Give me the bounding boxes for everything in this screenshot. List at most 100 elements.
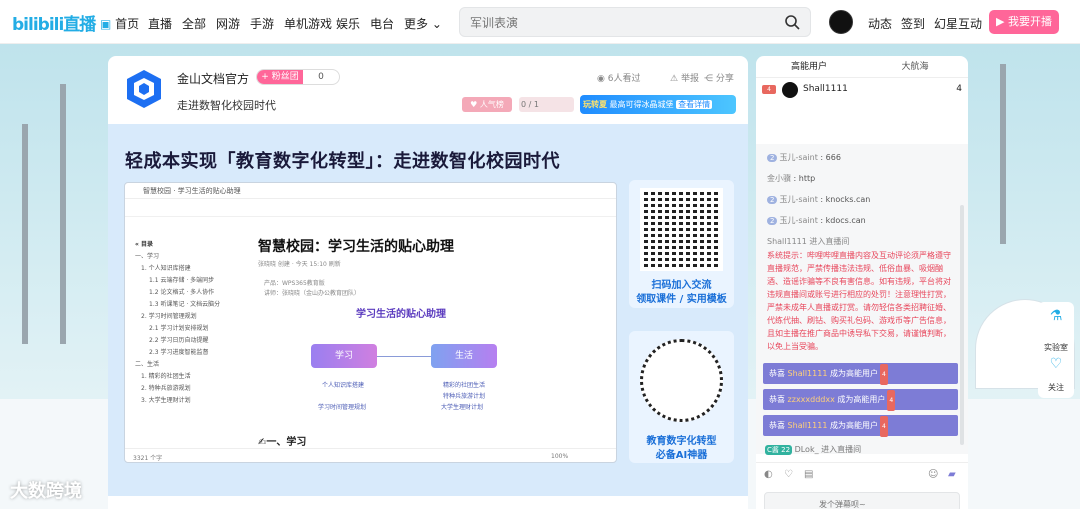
- room-header: 金山文档官方 + 粉丝团 0 走进数智化校园时代 ◉ 6人看过 ⚠ 举报 ⋲ 分…: [108, 56, 748, 124]
- shared-document: 智慧校园 · 学习生活的贴心助理 « 目录 一、学习 1. 个人知识库搭建 1.1 …: [124, 182, 617, 463]
- nav-mobile[interactable]: 手游: [250, 15, 274, 32]
- chat-text: http: [798, 174, 816, 183]
- activity-banner[interactable]: 玩转夏 最高可得冰晶城堡 查看详情: [580, 95, 736, 114]
- chat-message: 2 玉儿-saint : 666: [767, 152, 957, 163]
- mindmap-leaf: 特种兵旅游计划: [443, 393, 486, 400]
- doc-tab-bar: 智慧校园 · 学习生活的贴心助理: [125, 183, 616, 199]
- toc-item[interactable]: 2. 特种兵旅游规划: [135, 383, 245, 395]
- toc-item[interactable]: 2. 学习时间管理规划: [135, 311, 245, 323]
- lab-label[interactable]: 实验室: [1038, 342, 1074, 353]
- welcome-banner: 恭喜 Shall1111 成为高能用户 4: [763, 415, 958, 437]
- welcome-user[interactable]: zzxxxdddxx: [788, 395, 835, 404]
- heart-icon[interactable]: ♡: [1038, 356, 1074, 372]
- toc-item[interactable]: 2.3 学习进度智能监督: [135, 347, 245, 359]
- emoji-icon[interactable]: ☺: [928, 469, 938, 480]
- user-avatar[interactable]: [829, 10, 853, 34]
- qr-card-ai: 教育数字化转型 必备AI神器: [629, 331, 734, 463]
- viewers-label: 6人看过: [607, 74, 641, 84]
- share-button[interactable]: ⋲ 分享: [704, 71, 734, 84]
- rank-badge[interactable]: 0 / 1: [519, 97, 574, 112]
- welcome-user[interactable]: Shall1111: [788, 369, 828, 378]
- top-nav: bilibili直播 ▣ 首页 直播 全部 网游 手游 单机游戏 娱乐 电台 更…: [0, 0, 1080, 44]
- doc-product: 产品：WPS365教育版: [264, 280, 325, 287]
- snow-tree-left-2: [60, 84, 66, 344]
- toc-item[interactable]: 2.2 学习日历自动提醒: [135, 335, 245, 347]
- palette-icon[interactable]: ◐: [764, 469, 773, 480]
- doc-subtitle: 学习生活的贴心助理: [356, 309, 446, 320]
- room-title: 走进数智化校园时代: [177, 99, 276, 112]
- follow-label[interactable]: 关注: [1038, 382, 1074, 393]
- toc-item[interactable]: 二、生活: [135, 359, 245, 371]
- welcome-banner: 恭喜 Shall1111 成为高能用户 4: [763, 363, 958, 385]
- toc-item[interactable]: 1.3 听课笔记 · 文档云脑分: [135, 299, 245, 311]
- nav-ent[interactable]: 娱乐: [336, 15, 360, 32]
- toc-item[interactable]: 1. 精彩的社团生活: [135, 371, 245, 383]
- nav-netgame[interactable]: 网游: [216, 15, 240, 32]
- chat-toolbar: ◐ ♡ ▤ ☺ ▰: [756, 462, 968, 486]
- fan-club-button[interactable]: + 粉丝团 0: [256, 69, 340, 85]
- toc-title-label: 目录: [140, 241, 153, 248]
- welcome-user[interactable]: Shall1111: [788, 421, 828, 430]
- chat-message: 2 玉儿-saint : kdocs.can: [767, 215, 957, 226]
- toc-item[interactable]: 1.1 云端存储 · 多端同步: [135, 275, 245, 287]
- chat-message: 金小骥 : http: [767, 174, 816, 183]
- chat-text: 666: [825, 153, 841, 162]
- chat-message: 2 玉儿-saint : knocks.can: [767, 194, 957, 205]
- chat-bubble-icon[interactable]: ▰: [948, 469, 956, 480]
- notes-icon[interactable]: ▤: [804, 469, 813, 480]
- welcome-level: 4: [879, 416, 888, 437]
- toc-item[interactable]: 1.2 论文格式 · 多人协作: [135, 287, 245, 299]
- fan-club-label: + 粉丝团: [257, 70, 303, 84]
- flask-icon[interactable]: ⚗: [1038, 308, 1074, 324]
- toc-item[interactable]: 1. 个人知识库搭建: [135, 263, 245, 275]
- room-owner-name[interactable]: 金山文档官方: [177, 70, 249, 87]
- nav-dynamics[interactable]: 动态: [868, 15, 892, 32]
- chat-text: knocks.can: [825, 195, 871, 204]
- fan-medal: 2: [767, 196, 778, 204]
- high-energy-user-row[interactable]: 4 Shall1111 4: [762, 82, 962, 98]
- search-icon[interactable]: [784, 14, 800, 30]
- bilibili-live-logo[interactable]: bilibili直播: [12, 10, 96, 35]
- search-input[interactable]: [470, 14, 770, 32]
- chevron-down-icon: ⌄: [431, 17, 442, 31]
- nav-live[interactable]: 直播: [148, 15, 172, 32]
- toc-item[interactable]: 2.1 学习计划安排规划: [135, 323, 245, 335]
- start-live-label: 我要开播: [1007, 15, 1052, 28]
- toc-item[interactable]: 一、学习: [135, 251, 245, 263]
- high-energy-user-count: 4: [956, 84, 962, 94]
- nav-more[interactable]: 更多 ⌄: [404, 15, 442, 32]
- kdocs-logo[interactable]: [123, 68, 165, 110]
- chat-user[interactable]: 玉儿-saint: [779, 216, 817, 225]
- nav-all[interactable]: 全部: [182, 15, 206, 32]
- enter-text: DLok_ 进入直播间: [794, 445, 862, 454]
- chat-user[interactable]: 金小骥: [767, 174, 791, 183]
- activity-detail-button[interactable]: 查看详情: [676, 100, 713, 109]
- start-live-button[interactable]: ▶ 我要开播: [989, 10, 1059, 34]
- search-box: [459, 7, 811, 37]
- report-label: 举报: [680, 74, 699, 84]
- nav-more-label: 更多: [404, 17, 429, 31]
- snow-tree-right: [1000, 64, 1006, 244]
- nav-interact[interactable]: 幻星互动: [934, 15, 982, 32]
- nav-radio[interactable]: 电台: [370, 15, 394, 32]
- share-label: 分享: [715, 74, 734, 84]
- report-button[interactable]: ⚠ 举报: [670, 71, 699, 84]
- doc-lecturer: 讲师：张晓晓（金山办公教育团队）: [264, 290, 361, 297]
- tab-captain[interactable]: 大航海: [862, 56, 968, 77]
- viewers-count: ◉ 6人看过: [597, 71, 640, 84]
- popularity-badge[interactable]: ♥ 人气榜: [462, 97, 512, 112]
- video-player[interactable]: 轻成本实现「教育数字化转型」：走进数智化校园时代 智慧校园 · 学习生活的贴心助…: [108, 124, 748, 509]
- welcome-level: 4: [879, 364, 888, 385]
- rank-value: 0 / 1: [521, 100, 539, 109]
- nav-home[interactable]: ▣ 首页: [100, 15, 139, 32]
- chat-user[interactable]: 玉儿-saint: [779, 195, 817, 204]
- nav-single[interactable]: 单机游戏: [284, 15, 332, 32]
- toc-item[interactable]: 3. 大学生理财计划: [135, 395, 245, 407]
- nav-checkin[interactable]: 签到: [901, 15, 925, 32]
- like-icon[interactable]: ♡: [784, 469, 793, 480]
- doc-heading: 智慧校园：学习生活的贴心助理: [258, 239, 454, 255]
- danmaku-input[interactable]: [764, 492, 960, 509]
- chat-scrollbar[interactable]: [960, 205, 964, 445]
- tab-high-energy[interactable]: 高能用户: [756, 56, 862, 77]
- chat-user[interactable]: 玉儿-saint: [779, 153, 817, 162]
